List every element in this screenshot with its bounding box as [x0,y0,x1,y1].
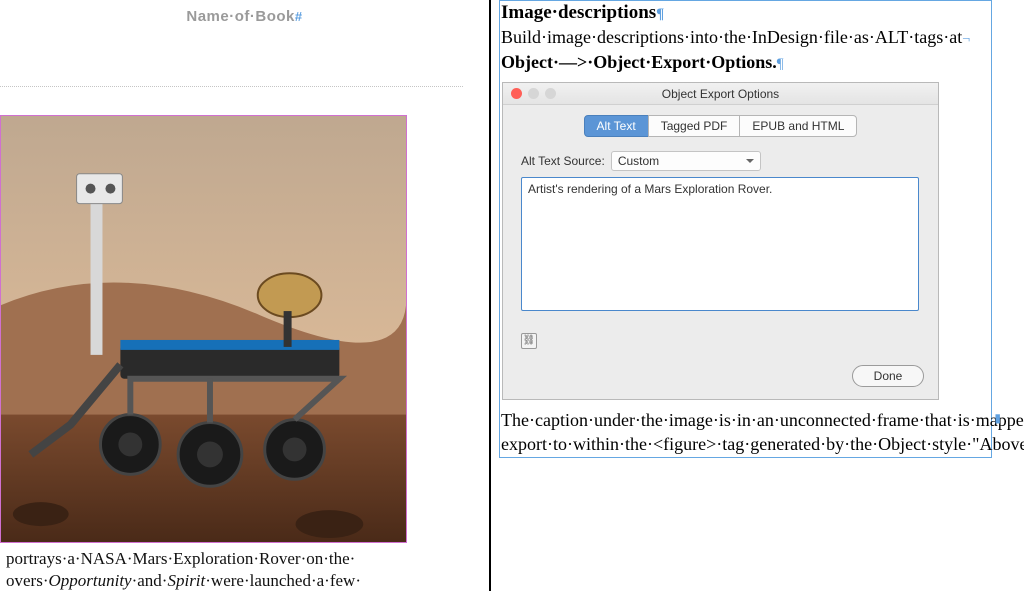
caption-em-spirit: Spirit [167,571,205,590]
dialog-title: Object Export Options [662,87,779,101]
minimize-icon [528,88,539,99]
object-export-options-dialog: Object Export Options Alt Text Tagged PD… [502,82,939,400]
caption-explanation-text: The·caption·under·the·image·is·in·an·unc… [501,410,1024,454]
caption-line-2c: ·were·launched·a·few· [205,571,361,590]
chevron-down-icon [746,159,754,163]
alt-text-textarea[interactable]: Artist's rendering of a Mars Exploration… [521,177,919,311]
image-frame[interactable] [0,115,407,543]
caption-line-1: portrays·a·NASA·Mars·Exploration·Rover·o… [6,549,355,568]
alt-text-source-select[interactable]: Custom [611,151,761,171]
right-text-frame[interactable]: Image·descriptions¶ Build·image·descript… [499,0,992,458]
dialog-tabs: Alt Text Tagged PDF EPUB and HTML [503,115,938,137]
chain-link-icon[interactable]: ⛓ [521,333,537,349]
alt-text-source-label: Alt Text Source: [521,154,605,168]
body-line-2-bold: Object·Export·Options. [593,52,777,72]
right-page: Image·descriptions¶ Build·image·descript… [498,0,1024,591]
body-line-1: Build·image·descriptions·into·the·InDesi… [501,27,962,47]
soft-return-icon: ¬ [962,32,970,47]
anchor-marker-icon: ▮ [994,411,1001,426]
caption-line-2b: ·and· [132,571,168,590]
intro-body: Build·image·descriptions·into·the·InDesi… [501,25,990,74]
hidden-char-marker: # [295,9,303,24]
caption-frame[interactable]: portrays·a·NASA·Mars·Exploration·Rover·o… [0,548,415,592]
header-rule [0,86,463,87]
dialog-titlebar[interactable]: Object Export Options [503,83,938,105]
close-icon[interactable] [511,88,522,99]
caption-explanation: The·caption·under·the·image·is·in·an·unc… [501,408,990,457]
left-page: Name·of·Book# [0,0,491,591]
pilcrow-icon: ¶ [656,6,664,22]
mars-rover-image [1,116,406,542]
heading-text: Image·descriptions [501,2,656,23]
tab-alt-text[interactable]: Alt Text [584,115,649,137]
pilcrow-icon: ¶ [777,56,784,72]
tab-tagged-pdf[interactable]: Tagged PDF [648,115,741,137]
body-line-2-pre: Object·—>· [501,52,593,72]
window-controls [511,88,556,99]
section-heading: Image·descriptions¶ [501,1,990,25]
tab-epub-html[interactable]: EPUB and HTML [739,115,857,137]
book-name-text: Name·of·Book [186,8,295,25]
caption-em-opportunity: Opportunity [48,571,131,590]
alt-text-source-row: Alt Text Source: Custom [521,151,938,171]
caption-line-2a: overs· [6,571,48,590]
select-value: Custom [618,154,659,168]
zoom-icon [545,88,556,99]
page-header: Name·of·Book# [0,8,489,25]
done-button[interactable]: Done [852,365,924,387]
